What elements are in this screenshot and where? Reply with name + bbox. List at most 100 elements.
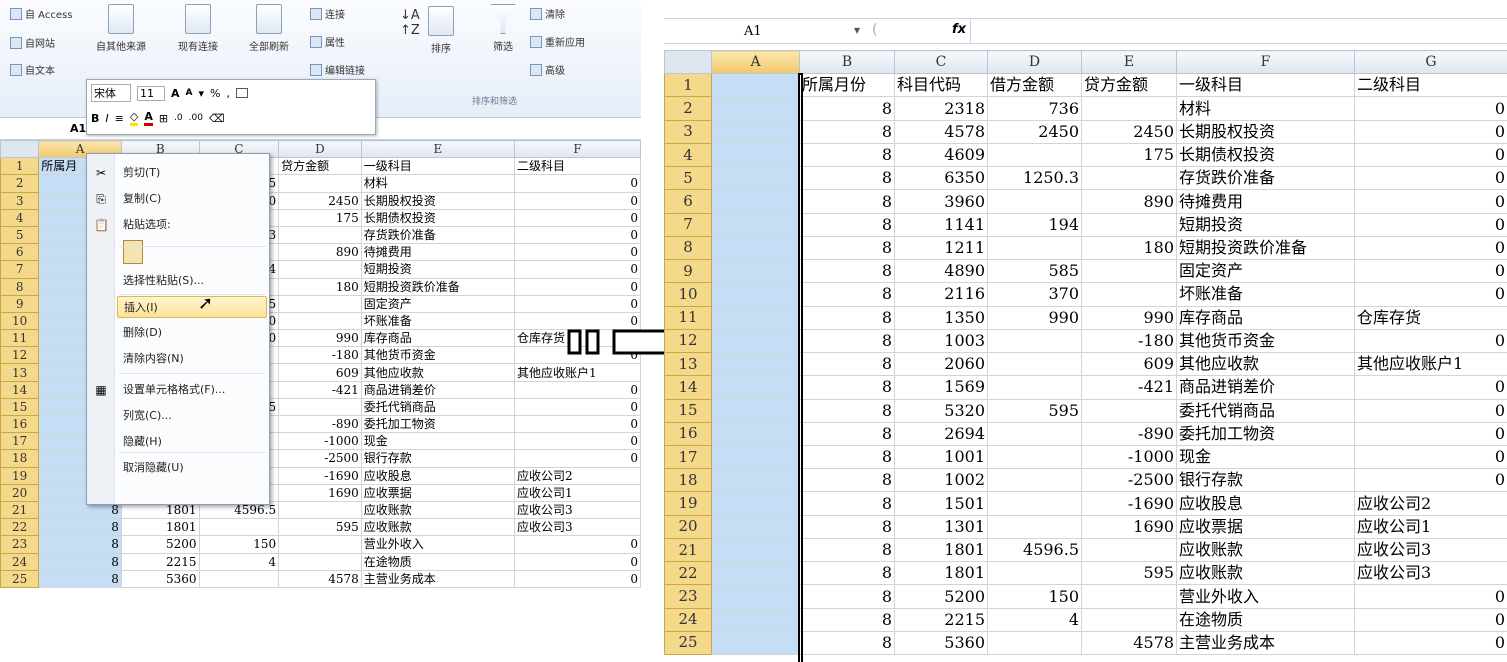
- grid-cell[interactable]: [711, 491, 800, 516]
- grid-cell[interactable]: 6350: [894, 166, 988, 191]
- grid-cell[interactable]: 委托加工物资: [360, 414, 515, 434]
- grid-cell[interactable]: 8: [799, 584, 895, 609]
- row-header[interactable]: 20: [664, 514, 712, 539]
- row-header[interactable]: 15: [0, 397, 40, 417]
- row-header[interactable]: 5: [0, 225, 40, 245]
- grid-cell[interactable]: 175: [278, 208, 362, 227]
- grid-cell[interactable]: 二级科目: [513, 157, 641, 176]
- existing-connections-button[interactable]: 现有连接: [178, 4, 218, 53]
- grid-cell[interactable]: [987, 468, 1082, 493]
- grid-cell[interactable]: 应收公司3: [1354, 537, 1507, 563]
- grid-cell[interactable]: 0: [1354, 282, 1507, 307]
- grid-cell[interactable]: 4578: [1081, 630, 1177, 656]
- column-header-a[interactable]: A: [711, 49, 800, 75]
- grid-cell[interactable]: 4609: [894, 142, 988, 168]
- row-header[interactable]: 9: [664, 259, 712, 284]
- grid-cell[interactable]: 库存商品: [360, 329, 515, 348]
- grid-cell[interactable]: 0: [1354, 421, 1507, 446]
- grid-cell[interactable]: 应收票据: [1176, 514, 1355, 539]
- grid-cell[interactable]: 长期股权投资: [360, 191, 515, 210]
- grid-cell[interactable]: 8: [38, 552, 122, 571]
- delete-menu-item[interactable]: 删除(D): [117, 322, 267, 344]
- grid-cell[interactable]: 一级科目: [360, 157, 515, 176]
- sort-az-button[interactable]: ↓A ↑Z: [400, 8, 420, 38]
- row-header[interactable]: 19: [0, 466, 40, 485]
- grid-cell[interactable]: 180: [1081, 235, 1177, 261]
- grid-cell[interactable]: [278, 552, 362, 571]
- grid-cell[interactable]: 应收公司1: [1354, 514, 1507, 539]
- grid-cell[interactable]: [278, 397, 362, 417]
- row-header[interactable]: 12: [664, 328, 712, 354]
- grid-cell[interactable]: 主营业务成本: [360, 569, 515, 588]
- grid-cell[interactable]: 商品进销差价: [360, 380, 515, 399]
- grid-cell[interactable]: 4: [987, 607, 1082, 632]
- grid-cell[interactable]: [987, 514, 1082, 539]
- other-sources-button[interactable]: 自其他来源: [96, 4, 146, 53]
- grid-cell[interactable]: 8: [38, 569, 122, 588]
- grid-cell[interactable]: [711, 189, 800, 214]
- grid-cell[interactable]: 贷方金额: [278, 157, 362, 176]
- row-header[interactable]: 10: [0, 311, 40, 331]
- grid-cell[interactable]: 8: [799, 119, 895, 144]
- grid-cell[interactable]: 990: [1081, 305, 1177, 330]
- grid-cell[interactable]: 0: [1354, 189, 1507, 214]
- unhide-menu-item[interactable]: 取消隐藏(U): [117, 457, 267, 479]
- grow-font-icon[interactable]: A: [171, 87, 180, 100]
- grid-cell[interactable]: 2450: [1081, 119, 1177, 144]
- row-header[interactable]: 2: [0, 174, 40, 193]
- row-header[interactable]: 14: [0, 380, 40, 399]
- grid-cell[interactable]: 2116: [894, 282, 988, 307]
- row-header[interactable]: 2: [664, 96, 712, 121]
- grid-cell[interactable]: 长期股权投资: [1176, 119, 1355, 144]
- grid-cell[interactable]: 长期债权投资: [360, 208, 515, 227]
- grid-cell[interactable]: 应收账款: [360, 500, 515, 520]
- grid-cell[interactable]: 1003: [894, 328, 988, 354]
- grid-cell[interactable]: 1250.3: [987, 166, 1082, 191]
- grid-cell[interactable]: 长期债权投资: [1176, 142, 1355, 168]
- grid-cell[interactable]: 固定资产: [360, 294, 515, 313]
- grid-cell[interactable]: 595: [1081, 561, 1177, 586]
- sort-button[interactable]: 排序: [428, 6, 454, 55]
- grid-cell[interactable]: 所属月份: [799, 73, 895, 98]
- grid-cell[interactable]: 存货跌价准备: [360, 225, 515, 245]
- grid-cell[interactable]: 150: [198, 535, 280, 554]
- grid-cell[interactable]: 0: [1354, 259, 1507, 284]
- grid-cell[interactable]: 在途物质: [1176, 607, 1355, 632]
- grid-cell[interactable]: 4578: [278, 569, 362, 588]
- grid-cell[interactable]: 短期投资: [1176, 212, 1355, 237]
- grid-cell[interactable]: 8: [799, 189, 895, 214]
- grid-cell[interactable]: 4596.5: [987, 537, 1082, 563]
- grid-cell[interactable]: [278, 174, 362, 193]
- grid-cell[interactable]: 595: [987, 398, 1082, 423]
- grid-cell[interactable]: [1081, 259, 1177, 284]
- grid-cell[interactable]: [1081, 584, 1177, 609]
- grid-cell[interactable]: -1690: [1081, 491, 1177, 516]
- grid-cell[interactable]: 0: [513, 208, 641, 227]
- grid-cell[interactable]: 其他应收款: [360, 363, 515, 382]
- advanced-button[interactable]: 高级: [530, 62, 565, 77]
- grid-cell[interactable]: [711, 142, 800, 168]
- column-width-menu-item[interactable]: 列宽(C)...: [117, 405, 267, 427]
- grid-cell[interactable]: 0: [513, 569, 641, 588]
- row-header[interactable]: 22: [0, 518, 40, 537]
- reapply-button[interactable]: 重新应用: [530, 34, 585, 49]
- grid-cell[interactable]: 其他货币资金: [360, 346, 515, 365]
- grid-cell[interactable]: 主营业务成本: [1176, 630, 1355, 656]
- grid-cell[interactable]: 科目代码: [894, 73, 988, 98]
- grid-cell[interactable]: [278, 500, 362, 520]
- grid-cell[interactable]: -2500: [278, 449, 362, 468]
- grid-cell[interactable]: 现金: [360, 432, 515, 451]
- grid-cell[interactable]: 仓库存货: [1354, 305, 1507, 330]
- grid-cell[interactable]: [278, 311, 362, 331]
- row-header[interactable]: 24: [0, 552, 40, 571]
- grid-cell[interactable]: 0: [1354, 630, 1507, 656]
- name-box-dropdown-icon[interactable]: ▾: [854, 23, 860, 37]
- grid-cell[interactable]: 890: [1081, 189, 1177, 214]
- grid-cell[interactable]: 委托代销商品: [1176, 398, 1355, 423]
- grid-cell[interactable]: [711, 514, 800, 539]
- grid-cell[interactable]: 5320: [894, 398, 988, 423]
- grid-cell[interactable]: 8: [799, 421, 895, 446]
- grid-cell[interactable]: 370: [987, 282, 1082, 307]
- grid-cell[interactable]: 1002: [894, 468, 988, 493]
- grid-cell[interactable]: 0: [1354, 119, 1507, 144]
